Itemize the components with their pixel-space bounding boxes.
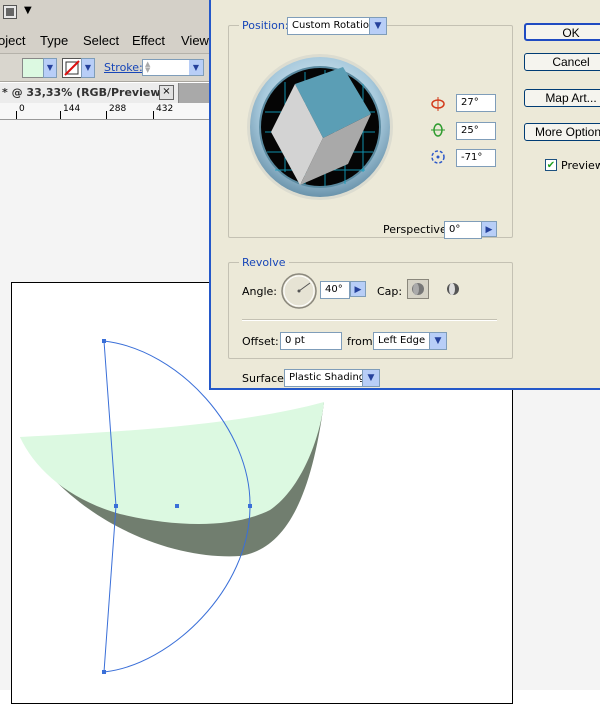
perspective-label: Perspective:	[383, 223, 451, 236]
cap-on-icon	[412, 283, 424, 295]
x-axis-field[interactable]: 27°	[456, 94, 496, 112]
angle-field[interactable]: 40°	[320, 281, 350, 299]
angle-arrow-button[interactable]: ▶	[350, 281, 366, 297]
x-axis-rotation-icon	[430, 96, 446, 112]
from-label: from	[347, 335, 373, 348]
preview-checkbox[interactable]: ✔	[545, 159, 557, 171]
anchor-point[interactable]	[102, 339, 106, 343]
z-axis-field[interactable]: -71°	[456, 149, 496, 167]
cap-off-button[interactable]	[443, 279, 463, 299]
track-cube[interactable]	[245, 52, 395, 202]
revolve-legend: Revolve	[239, 256, 289, 269]
position-select[interactable]: Custom Rotation ▼	[287, 17, 387, 35]
from-select-value: Left Edge	[378, 335, 426, 346]
anchor-point[interactable]	[114, 504, 118, 508]
chevron-down-icon[interactable]: ▼	[362, 370, 379, 386]
cap-on-button[interactable]	[407, 279, 429, 299]
y-axis-rotation-icon	[430, 122, 446, 138]
more-options-button[interactable]: More Options	[524, 123, 600, 141]
y-axis-field[interactable]: 25°	[456, 122, 496, 140]
angle-label: Angle:	[242, 285, 278, 298]
ok-button[interactable]: OK	[524, 23, 600, 41]
surface-label: Surface:	[242, 372, 288, 385]
position-select-value: Custom Rotation	[292, 20, 376, 31]
cap-label: Cap:	[377, 285, 403, 298]
cancel-button[interactable]: Cancel	[524, 53, 600, 71]
perspective-arrow-button[interactable]: ▶	[481, 221, 497, 237]
chevron-down-icon[interactable]: ▼	[429, 333, 446, 349]
surface-select[interactable]: Plastic Shading ▼	[284, 369, 380, 387]
anchor-point[interactable]	[102, 670, 106, 674]
preview-label[interactable]: Preview	[561, 159, 600, 172]
cap-off-icon	[447, 283, 459, 295]
offset-label: Offset:	[242, 335, 279, 348]
position-label: Position:	[239, 19, 292, 32]
revolve-options-dialog: Position: Custom Rotation ▼ 27° 25° -71°…	[209, 0, 600, 390]
chevron-down-icon[interactable]: ▼	[369, 18, 386, 34]
surface-select-value: Plastic Shading	[289, 372, 366, 383]
angle-dial[interactable]	[280, 272, 318, 310]
perspective-field[interactable]: 0°	[444, 221, 482, 239]
divider	[242, 319, 497, 321]
center-point	[175, 504, 179, 508]
anchor-point[interactable]	[248, 504, 252, 508]
from-select[interactable]: Left Edge ▼	[373, 332, 447, 350]
map-art-button[interactable]: Map Art...	[524, 89, 600, 107]
z-axis-rotation-icon	[430, 149, 446, 165]
offset-field[interactable]: 0 pt	[280, 332, 342, 350]
